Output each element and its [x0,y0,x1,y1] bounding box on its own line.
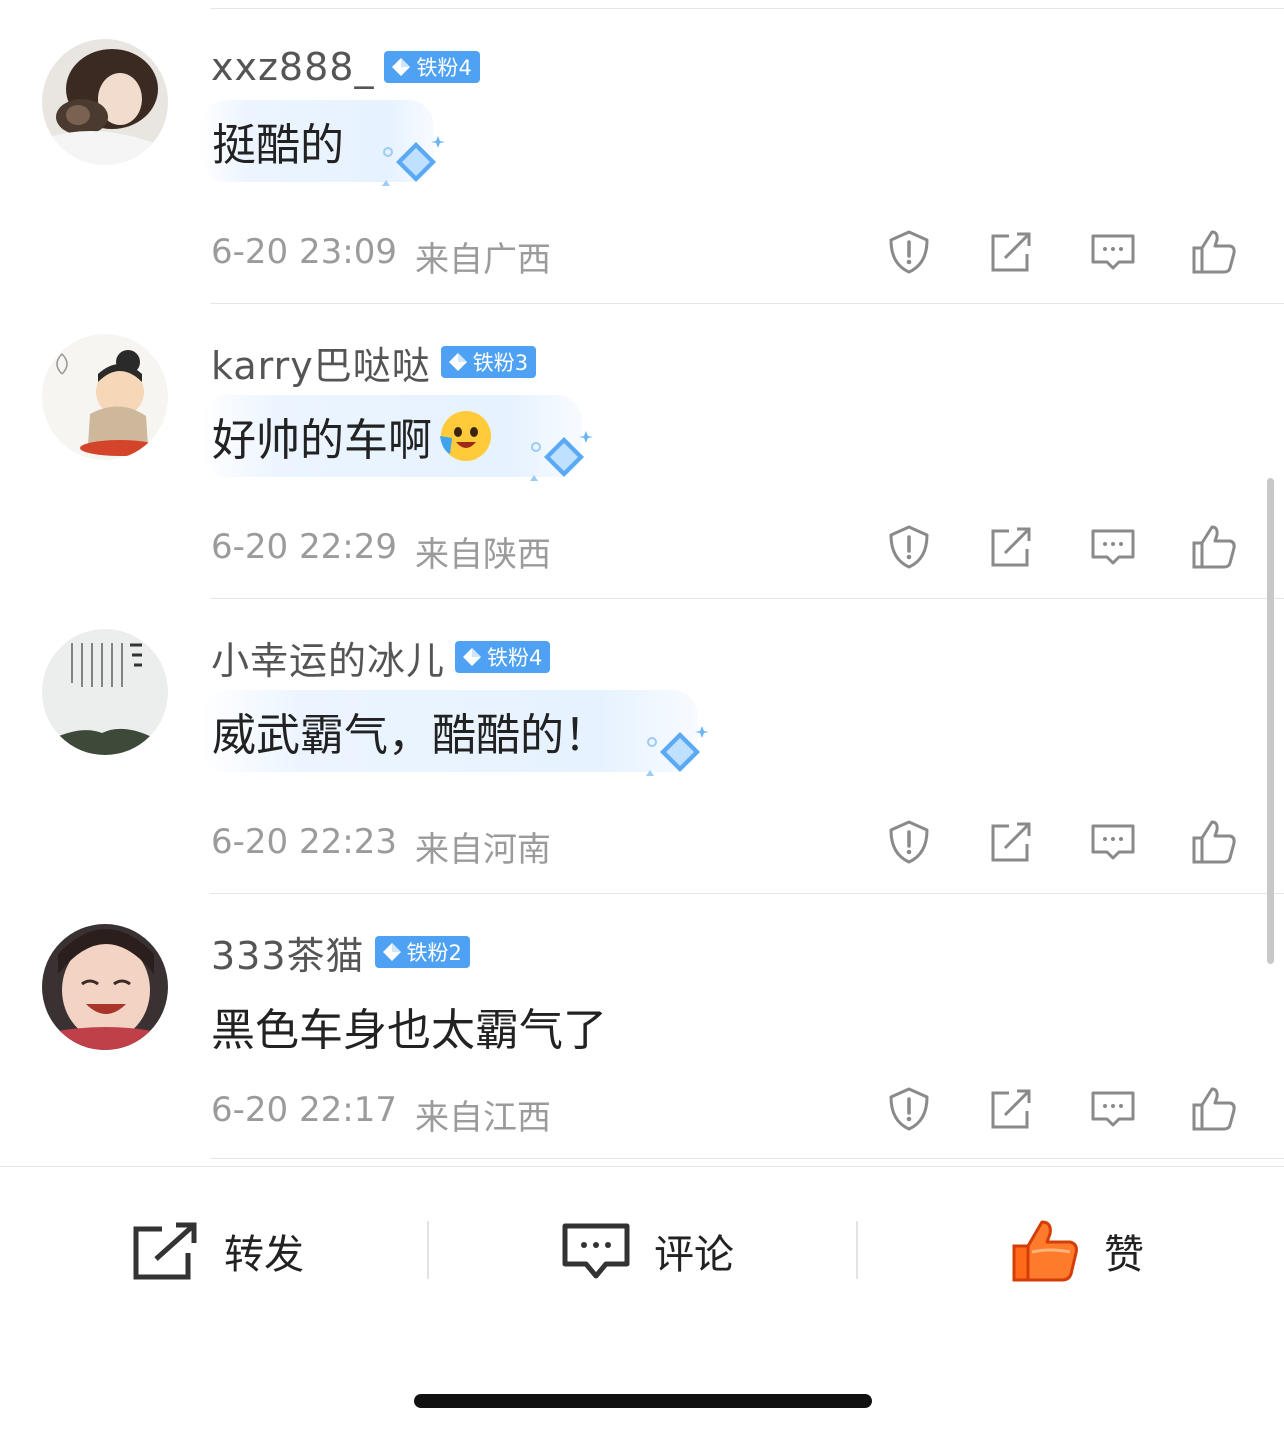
like-icon[interactable] [1188,521,1240,573]
comment-icon [562,1223,630,1279]
username[interactable]: xxz888_ [211,45,374,89]
like-active-icon [1012,1220,1078,1282]
comment-text: 挺酷的 [212,120,344,171]
reply-icon[interactable] [1087,521,1139,573]
diamond-icon [382,943,401,961]
bottom-bar-separator [427,1221,429,1279]
fan-level-badge[interactable]: 铁粉2 [374,936,470,968]
report-icon[interactable] [883,226,935,278]
diamond-bubble-decoration-icon [646,726,709,776]
repost-button[interactable]: 转发 [130,1216,304,1286]
like-icon[interactable] [1188,816,1240,868]
comment-button[interactable]: 评论 [560,1216,734,1286]
bottom-bar-border [0,1166,1284,1167]
comment-text: 好帅的车啊 [212,415,432,466]
diamond-bubble-decoration-icon [530,431,593,481]
avatar[interactable] [42,39,168,165]
reply-icon[interactable] [1087,816,1139,868]
username[interactable]: 333茶猫 [211,925,365,980]
username[interactable]: karry巴哒哒 [211,335,431,390]
comment-item: karry巴哒哒 铁粉3 好帅的车啊 6-20 22:29 来自陕西 [0,295,1284,590]
share-icon[interactable] [985,816,1037,868]
comment-text: 威武霸气，酷酷的！ [212,710,608,761]
comment-divider [210,1158,1284,1159]
diamond-bubble-decoration-icon [382,136,445,186]
comment-bubble: 好帅的车啊 [200,395,593,481]
avatar[interactable] [42,334,168,460]
like-button[interactable]: 赞 [1010,1216,1144,1286]
scrollbar[interactable] [1267,478,1274,964]
diamond-icon [463,648,482,666]
bottom-action-bar: 转发 评论 赞 [0,1166,1284,1336]
report-icon[interactable] [883,1083,935,1135]
reply-icon[interactable] [1087,1083,1139,1135]
reply-icon[interactable] [1087,226,1139,278]
fan-level-badge[interactable]: 铁粉3 [440,346,537,378]
share-icon[interactable] [985,521,1037,573]
username[interactable]: 小幸运的冰儿 [211,630,445,685]
report-icon[interactable] [883,521,935,573]
like-icon[interactable] [1188,1083,1240,1135]
comment-item: xxz888_ 铁粉4 挺酷的 6-20 23:09 来自广西 [0,0,1284,295]
comment-bubble: 挺酷的 [200,100,445,186]
diamond-icon [392,58,411,76]
like-icon[interactable] [1188,226,1240,278]
avatar[interactable] [42,629,168,755]
fan-level-badge[interactable]: 铁粉4 [384,51,480,83]
share-icon[interactable] [985,1083,1037,1135]
comment-item: 333茶猫 铁粉2 黑色车身也太霸气了 6-20 22:17 来自江西 [0,885,1284,1180]
comment-text: 黑色车身也太霸气了 [211,1005,607,1056]
repost-label: 转发 [224,1232,304,1278]
like-label: 赞 [1104,1232,1144,1278]
bottom-bar-separator [856,1221,858,1279]
avatar[interactable] [42,924,168,1050]
diamond-icon [448,353,467,371]
comment-item: 小幸运的冰儿 铁粉4 威武霸气，酷酷的！ 6-20 22:23 来自河南 [0,590,1284,885]
share-icon[interactable] [985,226,1037,278]
comment-label: 评论 [654,1232,734,1278]
fan-level-badge[interactable]: 铁粉4 [455,641,551,673]
home-indicator[interactable] [414,1394,872,1408]
report-icon[interactable] [883,816,935,868]
comment-bubble: 威武霸气，酷酷的！ [200,690,709,776]
share-icon [133,1222,197,1280]
laughing-crying-emoji-icon [440,411,491,461]
